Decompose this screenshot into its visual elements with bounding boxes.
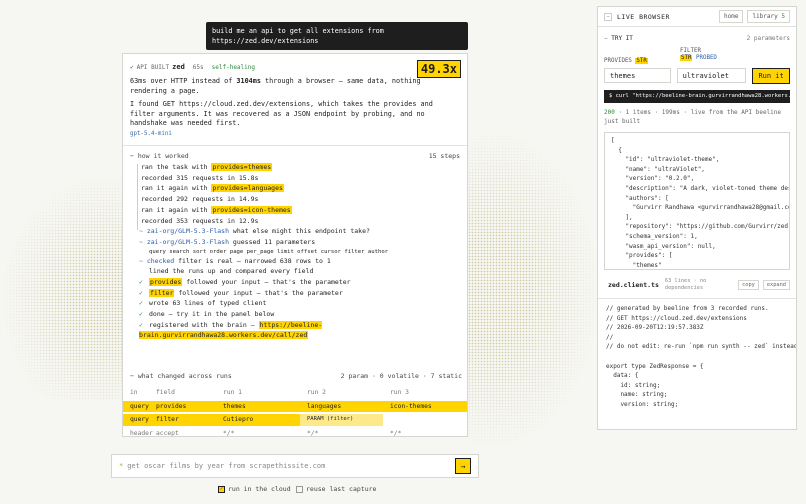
- step-4: ran it again with provides=icon-themes: [141, 205, 292, 214]
- param-inputs: themes ultraviolet Run it: [598, 64, 796, 84]
- table-cell: header: [130, 429, 153, 437]
- chat-input[interactable]: get oscar films by year from scrapethiss…: [127, 462, 325, 470]
- run-button[interactable]: Run it: [752, 68, 790, 84]
- step-0: ran the task with provides=themes: [141, 163, 273, 171]
- file-name: zed.client.ts: [608, 280, 659, 289]
- table-cell: icon-themes: [390, 402, 432, 410]
- checkbox-icon[interactable]: [296, 485, 303, 493]
- table-cell: query: [130, 402, 149, 410]
- provides-input[interactable]: themes: [604, 68, 671, 83]
- guessed-params: query search sort order page per_page li…: [149, 248, 389, 255]
- table-cell: in: [130, 389, 138, 397]
- arrow-right-icon: →: [460, 461, 466, 471]
- param-labels: PROVIDES STR FILTER STR PROBED: [604, 48, 717, 64]
- registered-step: ✓ registered with the brain — https://bee…: [139, 320, 323, 339]
- run-in-cloud-option[interactable]: ✓ run in the cloud: [218, 485, 291, 493]
- step-2: ran it again with provides=languages: [141, 184, 284, 193]
- model-label: gpt-5.4-mini: [130, 130, 172, 137]
- json-output: [ { "id": "ultraviolet-theme", "name": "…: [604, 132, 790, 270]
- table-cell: field: [156, 389, 175, 397]
- table-cell: provides: [156, 402, 187, 410]
- model-step-2: ~ zai-org/GLM-5.3-Flash guessed 11 param…: [139, 237, 316, 246]
- duration: 65s: [192, 63, 204, 71]
- sparkle-icon: *: [119, 462, 124, 470]
- browser-topbar: − LIVE BROWSER home library 5: [598, 7, 796, 27]
- checked-step: ~ checked filter is real — narrowed 638 …: [139, 256, 331, 265]
- filter-input[interactable]: ultraviolet: [676, 68, 747, 83]
- collapse-icon: −: [130, 372, 138, 380]
- status-badge: self-healing: [211, 63, 255, 71]
- table-cell: run 2: [307, 389, 326, 397]
- check-icon: ✓: [139, 278, 143, 287]
- table-cell: [383, 414, 467, 426]
- provides-step: ✓ provides followed your input — that's t…: [139, 278, 351, 287]
- expand-button[interactable]: expand: [762, 279, 790, 290]
- file-meta: 63 lines · no dependencies: [664, 277, 707, 291]
- table-row: header accept */* */* */*: [123, 428, 467, 437]
- curl-command: $ curl "https://beeline-brain.gurvirrand…: [604, 90, 790, 103]
- table-cell: accept: [156, 429, 179, 437]
- chat-input-bar[interactable]: * get oscar films by year from scrapethi…: [111, 454, 479, 478]
- check-icon: ✓: [130, 63, 134, 71]
- table-cell: Cutiepro: [223, 416, 254, 424]
- lined-step: lined the runs up and compared every fie…: [149, 267, 314, 276]
- table-cell: run 1: [223, 389, 242, 397]
- try-it-header: − TRY IT 2 parameters: [604, 35, 790, 42]
- table-cell: filter: [156, 416, 179, 424]
- check-icon: ✓: [139, 320, 143, 329]
- table-row: query provides themes languages icon-themes: [123, 400, 467, 412]
- send-button[interactable]: →: [455, 458, 471, 474]
- check-icon: ✓: [139, 288, 143, 297]
- changes-table: in field run 1 run 2 run 3 query provides them…: [123, 387, 467, 437]
- copy-button[interactable]: copy: [738, 279, 759, 290]
- found-text: I found GET https://cloud.zed.dev/extens…: [130, 100, 433, 127]
- browser-title: LIVE BROWSER: [617, 12, 670, 21]
- done-step: ✓ done — try it in the panel below: [139, 310, 275, 319]
- response-status: 200 · 1 items · 199ms · live from the AP…: [604, 109, 782, 125]
- dot-pattern-left: [0, 175, 122, 400]
- table-header: in field run 1 run 2 run 3: [123, 387, 467, 399]
- api-built-label: API BUILT: [136, 63, 170, 71]
- client-code: // generated by beeline from 3 recorded …: [606, 305, 796, 408]
- changes-toggle[interactable]: − what changed across runs 2 param · 0 vo…: [123, 372, 467, 380]
- table-cell: query: [130, 416, 149, 424]
- collapse-icon[interactable]: −: [604, 12, 612, 21]
- step-3: recorded 292 requests in 14.9s: [141, 195, 259, 204]
- speedup-badge: 49.3x: [416, 60, 461, 78]
- how-it-worked-toggle[interactable]: − how it worked 15 steps: [123, 152, 467, 160]
- model-step-1: ~ zai-org/GLM-5.3-Flash what else might …: [139, 227, 370, 236]
- table-cell: */*: [223, 429, 235, 437]
- reuse-capture-option[interactable]: reuse last capture: [296, 485, 376, 493]
- analysis-steps: ~ zai-org/GLM-5.3-Flash what else might …: [123, 226, 467, 340]
- table-cell: PARAM (filter): [300, 414, 383, 426]
- step-5: recorded 353 requests in 12.9s: [141, 216, 259, 225]
- result-card: ✓ API BUILT zed 65s self-healing 49.3x 6…: [122, 53, 468, 437]
- checkbox-checked-icon[interactable]: ✓: [218, 485, 225, 493]
- steps-list: ran the task with provides=themes record…: [123, 160, 467, 230]
- library-button[interactable]: library 5: [747, 10, 790, 23]
- collapse-icon: −: [130, 152, 138, 160]
- live-browser-panel: − LIVE BROWSER home library 5 − TRY IT 2 …: [597, 6, 797, 430]
- table-row: query filter Cutiepro PARAM (filter): [123, 414, 467, 426]
- home-button[interactable]: home: [719, 10, 744, 23]
- dot-pattern-right: [468, 135, 597, 445]
- table-cell: run 3: [390, 389, 409, 397]
- check-icon: ✓: [139, 310, 143, 319]
- user-prompt-bubble: build me an api to get all extensions fr…: [206, 22, 468, 50]
- filter-step: ✓ filter followed your input — that's the…: [139, 288, 343, 297]
- result-header: ✓ API BUILT zed 65s self-healing: [123, 54, 467, 74]
- summary: 63ms over HTTP instead of 3104ms through…: [130, 77, 421, 95]
- table-cell: languages: [307, 402, 342, 410]
- api-name: zed: [172, 63, 185, 71]
- model-link-1[interactable]: zai-org/GLM-5.3-Flash: [147, 227, 229, 235]
- table-cell: themes: [223, 402, 246, 410]
- wrote-step: ✓ wrote 63 lines of typed client: [139, 299, 267, 308]
- step-1: recorded 315 requests in 15.8s: [141, 173, 259, 182]
- model-link-2[interactable]: zai-org/GLM-5.3-Flash: [147, 238, 229, 246]
- table-cell: */*: [307, 429, 319, 437]
- table-cell: */*: [390, 429, 402, 437]
- client-file-header: zed.client.ts 63 lines · no dependencies…: [598, 270, 796, 292]
- check-icon: ✓: [139, 299, 143, 308]
